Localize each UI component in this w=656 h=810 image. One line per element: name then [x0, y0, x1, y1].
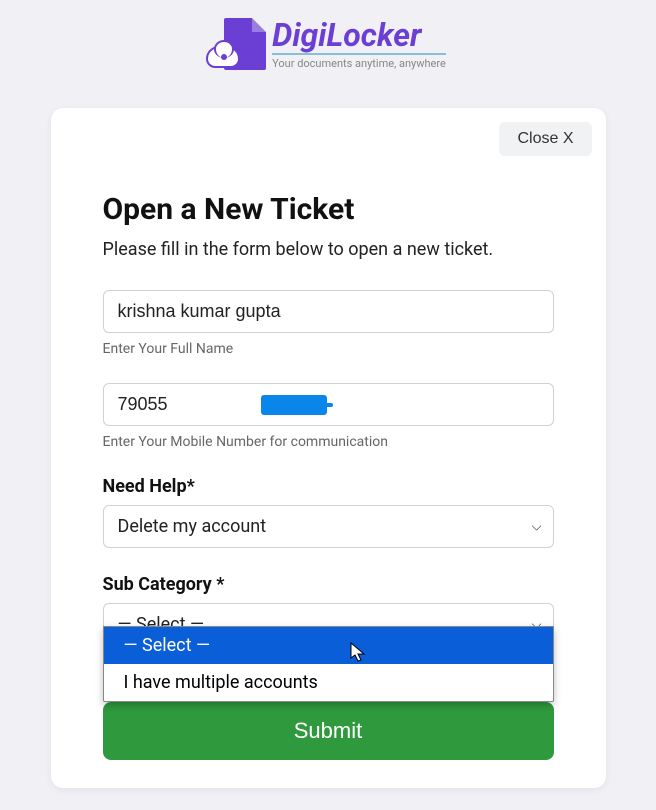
- brand-name: DigiLocker: [272, 19, 446, 55]
- close-button[interactable]: Close X: [499, 122, 591, 156]
- mobile-hint: Enter Your Mobile Number for communicati…: [103, 434, 554, 450]
- help-select[interactable]: Delete my account: [103, 505, 554, 548]
- logo: DigiLocker Your documents anytime, anywh…: [210, 18, 446, 70]
- submit-button[interactable]: Submit: [103, 702, 554, 760]
- mobile-input[interactable]: [103, 383, 554, 426]
- ticket-card: Close X Open a New Ticket Please fill in…: [51, 108, 606, 788]
- brand-tagline: Your documents anytime, anywhere: [272, 57, 446, 70]
- logo-area: DigiLocker Your documents anytime, anywh…: [0, 0, 656, 80]
- name-input[interactable]: [103, 290, 554, 333]
- logo-icon: [210, 18, 266, 70]
- page-subtitle: Please fill in the form below to open a …: [103, 239, 554, 260]
- dropdown-option[interactable]: I have multiple accounts: [104, 664, 553, 701]
- page-title: Open a New Ticket: [103, 192, 554, 227]
- subcat-dropdown: — Select — I have multiple accounts: [103, 626, 554, 702]
- subcat-label: Sub Category *: [103, 574, 554, 595]
- dropdown-option[interactable]: — Select —: [104, 627, 553, 664]
- help-label: Need Help*: [103, 476, 554, 497]
- name-hint: Enter Your Full Name: [103, 341, 554, 357]
